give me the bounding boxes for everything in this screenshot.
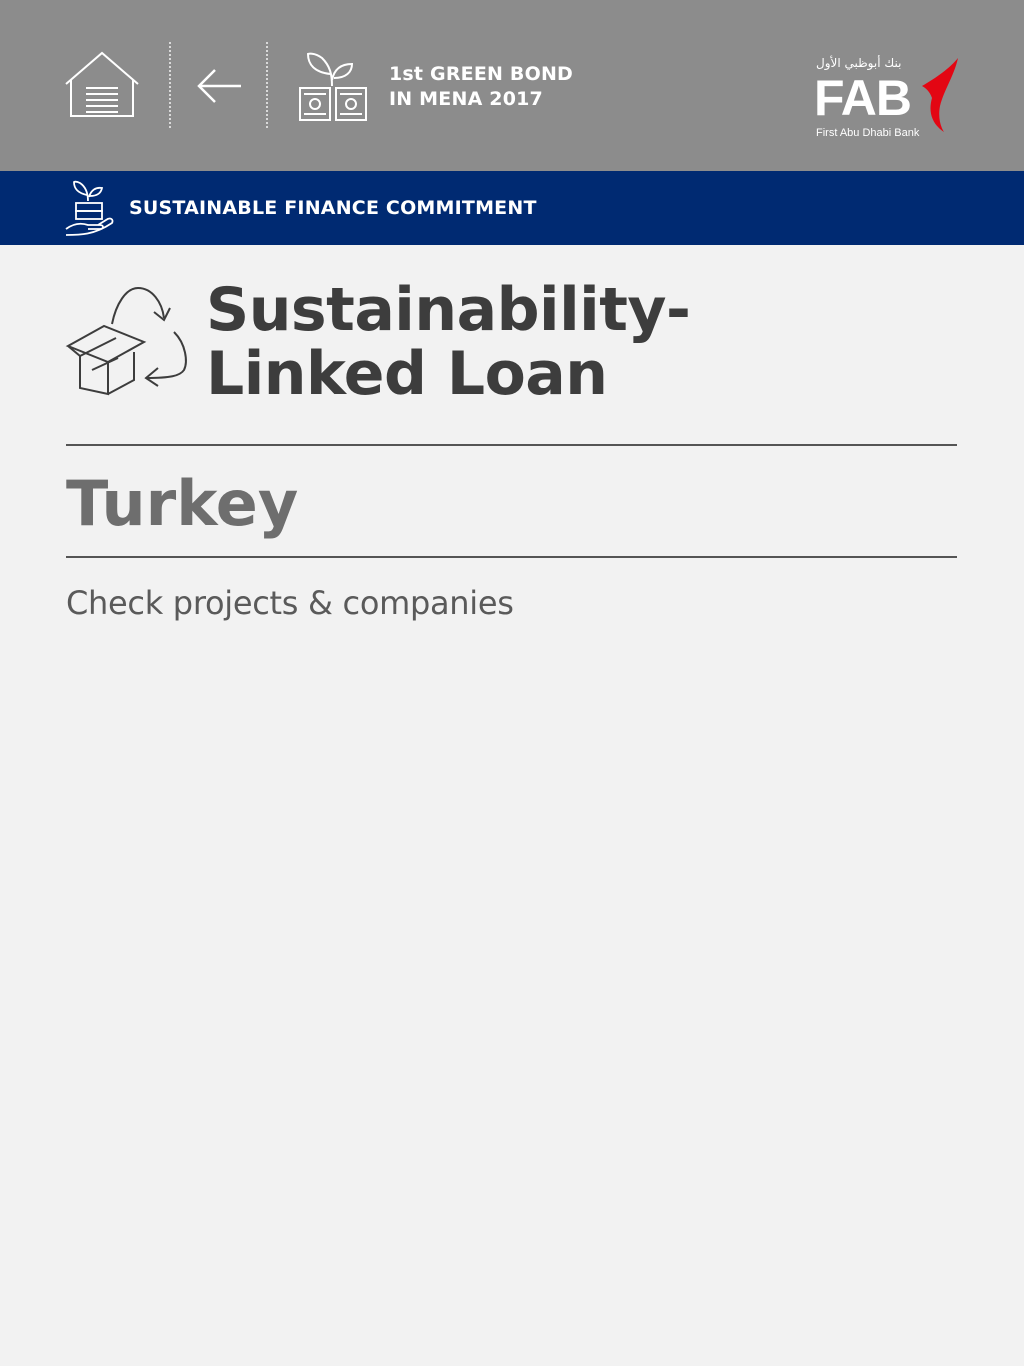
green-bond-line2: IN MENA 2017 — [389, 88, 543, 110]
divider — [266, 42, 268, 128]
hand-plant-icon — [64, 179, 116, 237]
logo-arabic-text: بنك أبوظبي الأول — [816, 56, 902, 70]
home-icon — [65, 51, 139, 117]
section-title: SUSTAINABLE FINANCE COMMITMENT — [129, 197, 537, 219]
divider — [66, 444, 957, 446]
divider — [169, 42, 171, 128]
top-header-bar: 1st GREEN BOND IN MENA 2017 بنك أبوظبي ا… — [0, 0, 1024, 171]
logo-swoosh-icon — [922, 58, 958, 132]
country-name: Turkey — [66, 467, 299, 540]
check-projects-link[interactable]: Check projects & companies — [66, 583, 514, 623]
page-title-line1: Sustainability- — [206, 275, 691, 345]
page-title-line2: Linked Loan — [206, 339, 608, 409]
plant-money-icon — [296, 50, 370, 122]
green-bond-label: 1st GREEN BOND IN MENA 2017 — [389, 62, 573, 112]
recycle-box-icon — [64, 282, 190, 400]
home-button[interactable] — [64, 50, 140, 120]
page-title: Sustainability- Linked Loan — [206, 275, 691, 409]
divider — [66, 556, 957, 558]
green-bond-line1: 1st GREEN BOND — [389, 63, 574, 85]
section-header-bar: SUSTAINABLE FINANCE COMMITMENT — [0, 171, 1024, 245]
logo-english-text: First Abu Dhabi Bank — [816, 127, 920, 139]
back-button[interactable] — [195, 65, 245, 107]
fab-logo[interactable]: بنك أبوظبي الأول FAB First Abu Dhabi Ban… — [812, 56, 962, 144]
logo-wordmark: FAB — [814, 70, 912, 126]
back-arrow-icon — [197, 69, 241, 103]
